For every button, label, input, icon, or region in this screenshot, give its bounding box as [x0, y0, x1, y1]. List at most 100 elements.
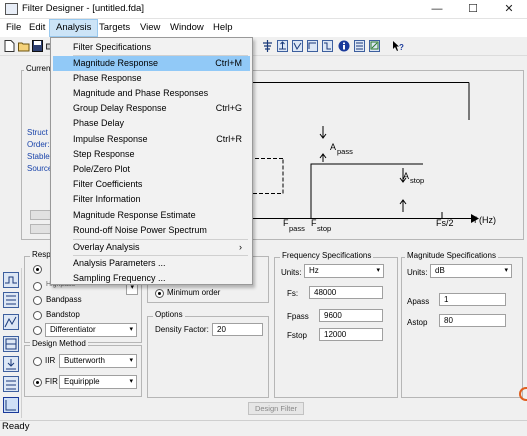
menu-item-filter-information[interactable]: Filter Information	[53, 192, 250, 207]
minimum-order-radio[interactable]	[155, 289, 164, 298]
info-structure-label: Struct	[27, 128, 48, 137]
bandstop-radio[interactable]	[33, 311, 42, 320]
frequency-units-select[interactable]: Hz ▾	[304, 264, 384, 278]
design-filter-mode-icon[interactable]	[3, 272, 19, 288]
bandpass-radio[interactable]	[33, 296, 42, 305]
svg-text:?: ?	[399, 43, 404, 52]
pole-zero-editor-icon[interactable]	[3, 336, 19, 352]
iir-method-select[interactable]: Butterworth ▾	[59, 354, 137, 368]
a-pass-subscript: pass	[337, 147, 353, 156]
menu-item-shortcut: Ctrl+M	[215, 58, 242, 68]
fs-input[interactable]: 48000	[309, 286, 383, 299]
info-source-label: Source	[27, 164, 53, 173]
magnitude-units-select[interactable]: dB ▾	[430, 264, 512, 278]
menu-targets[interactable]: Targets	[93, 19, 136, 37]
pole-zero-icon[interactable]	[369, 40, 380, 52]
quantize-filter-icon[interactable]	[3, 314, 19, 330]
maximize-button[interactable]: ☐	[455, 0, 491, 19]
menu-item-label: Impulse Response	[73, 134, 148, 144]
realize-model-icon[interactable]	[3, 397, 19, 413]
whats-this-help-icon[interactable]: ?	[392, 40, 404, 52]
menu-view[interactable]: View	[134, 19, 166, 37]
fir-radio[interactable]	[33, 378, 42, 387]
fir-label: FIR	[45, 377, 58, 386]
menu-item-group-delay[interactable]: Group Delay Response Ctrl+G	[53, 101, 250, 116]
group-delay-icon[interactable]	[307, 40, 318, 52]
menu-item-shortcut: Ctrl+R	[216, 134, 242, 144]
menu-item-impulse-response[interactable]: Impulse Response Ctrl+R	[53, 132, 250, 147]
menu-item-label: Sampling Frequency ...	[73, 273, 166, 283]
menu-item-shortcut: Ctrl+G	[215, 103, 242, 113]
menu-item-step-response[interactable]: Step Response	[53, 147, 250, 162]
new-file-icon[interactable]	[4, 40, 15, 52]
density-factor-input[interactable]: 20	[212, 323, 263, 336]
menu-item-label: Magnitude Response Estimate	[73, 210, 196, 220]
minimize-button[interactable]: —	[419, 0, 455, 19]
menu-analysis[interactable]: Analysis	[49, 19, 99, 37]
menu-item-label: Magnitude and Phase Responses	[73, 88, 209, 98]
menu-item-magnitude-phase[interactable]: Magnitude and Phase Responses	[53, 86, 250, 101]
menu-item-magnitude-estimate[interactable]: Magnitude Response Estimate	[53, 208, 250, 223]
import-filter-icon[interactable]	[3, 356, 19, 372]
menu-item-filter-coefficients[interactable]: Filter Coefficients	[53, 177, 250, 192]
menu-item-label: Filter Specifications	[73, 42, 152, 52]
magnitude-specs-panel	[401, 257, 523, 398]
fstop-label: Fstop	[287, 331, 308, 340]
transform-filter-icon[interactable]	[3, 292, 19, 308]
menu-item-label: Pole/Zero Plot	[73, 164, 131, 174]
menu-item-roundoff-noise[interactable]: Round-off Noise Power Spectrum	[53, 223, 250, 238]
a-pass-symbol: A	[330, 142, 337, 152]
menu-item-sampling-frequency[interactable]: Sampling Frequency ...	[53, 271, 250, 286]
apass-input[interactable]: 1	[439, 293, 506, 306]
magnitude-response-icon[interactable]	[277, 40, 288, 52]
minimum-order-label: Minimum order	[167, 288, 221, 297]
menu-window[interactable]: Window	[164, 19, 210, 37]
density-factor-label: Density Factor:	[155, 325, 209, 334]
menu-item-filter-specifications[interactable]: Filter Specifications	[53, 40, 250, 55]
submenu-arrow-icon: ›	[239, 242, 242, 252]
phase-delay-icon[interactable]	[322, 40, 333, 52]
differentiator-select[interactable]: Differentiator ▾	[45, 323, 137, 337]
f-pass-subscript: pass	[289, 224, 305, 233]
menu-item-phase-response[interactable]: Phase Response	[53, 71, 250, 86]
menu-item-label: Step Response	[73, 149, 135, 159]
frequency-axis-label: f (Hz)	[474, 215, 496, 225]
fs-label: Fs:	[287, 289, 299, 298]
menu-item-pole-zero[interactable]: Pole/Zero Plot	[53, 162, 250, 177]
phase-response-icon[interactable]	[292, 40, 303, 52]
filter-info-icon[interactable]	[338, 40, 350, 52]
filter-coefficients-icon[interactable]	[354, 40, 365, 52]
analysis-dropdown: Filter Specifications Magnitude Response…	[50, 37, 253, 285]
iir-radio[interactable]	[33, 357, 42, 366]
menu-item-phase-delay[interactable]: Phase Delay	[53, 116, 250, 131]
multirate-design-icon[interactable]	[3, 376, 19, 392]
differentiator-radio[interactable]	[33, 326, 42, 335]
astop-label: Astop	[407, 318, 428, 327]
cascade-icon[interactable]	[262, 40, 273, 52]
lowpass-radio[interactable]	[33, 265, 42, 274]
filter-manager-button[interactable]	[30, 224, 52, 234]
magnitude-units-value: dB	[435, 266, 445, 275]
open-file-icon[interactable]	[18, 40, 30, 52]
save-icon[interactable]	[32, 40, 43, 52]
fir-method-select[interactable]: Equiripple ▾	[59, 375, 137, 389]
fpass-label: Fpass	[287, 312, 309, 321]
design-filter-button[interactable]: Design Filter	[248, 402, 304, 415]
menu-item-magnitude-response[interactable]: Magnitude Response Ctrl+M	[53, 56, 250, 71]
fir-method-value: Equiripple	[64, 377, 100, 386]
astop-input[interactable]: 80	[439, 314, 506, 327]
menu-item-overlay-analysis[interactable]: Overlay Analysis ›	[53, 240, 250, 255]
status-text: Ready	[2, 421, 30, 432]
highpass-radio[interactable]	[33, 282, 42, 291]
fpass-input[interactable]: 9600	[319, 309, 383, 322]
menu-edit[interactable]: Edit	[23, 19, 51, 37]
close-button[interactable]: ✕	[491, 0, 527, 19]
fstop-input[interactable]: 12000	[319, 328, 383, 341]
options-label: Options	[153, 310, 185, 319]
specification-plot	[253, 82, 521, 236]
menu-help[interactable]: Help	[207, 19, 239, 37]
menu-item-analysis-parameters[interactable]: Analysis Parameters ...	[53, 256, 250, 271]
iir-label: IIR	[45, 356, 56, 365]
store-filter-button[interactable]	[30, 210, 52, 220]
frequency-specs-label: Frequency Specifications	[280, 251, 374, 260]
